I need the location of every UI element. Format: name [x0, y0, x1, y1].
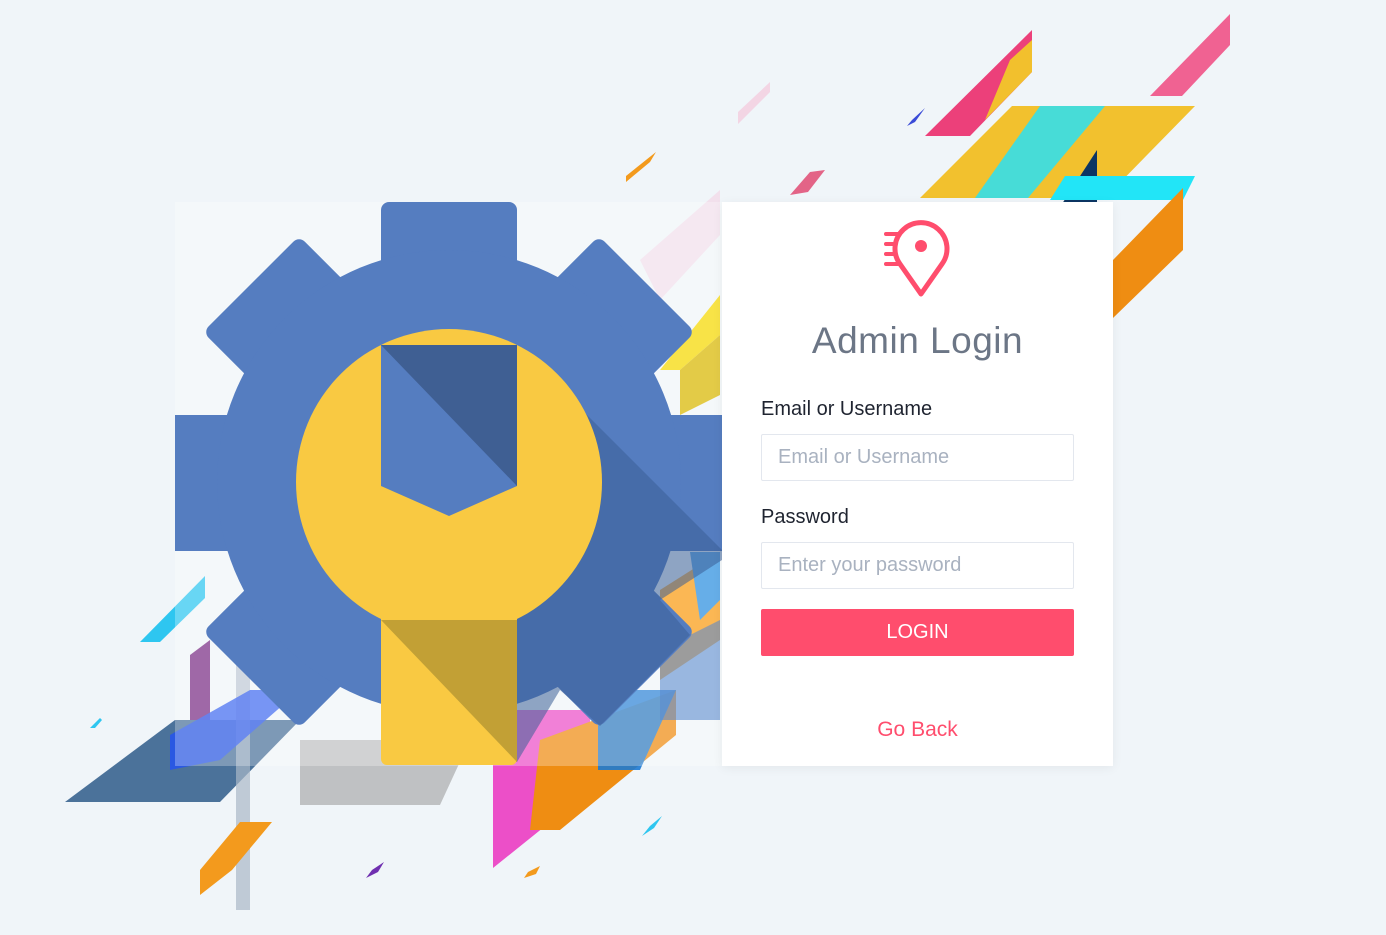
admin-illustration: [65, 14, 1230, 910]
location-pin-speed-icon: [884, 220, 950, 297]
login-card: Admin Login Email or Username Password L…: [722, 202, 1113, 766]
email-field[interactable]: [761, 434, 1074, 481]
go-back-link[interactable]: Go Back: [722, 718, 1113, 742]
page-title: Admin Login: [811, 320, 1024, 361]
email-label: Email or Username: [761, 398, 933, 420]
password-field[interactable]: [761, 542, 1074, 589]
login-button[interactable]: LOGIN: [761, 609, 1074, 656]
password-label: Password: [761, 506, 849, 528]
